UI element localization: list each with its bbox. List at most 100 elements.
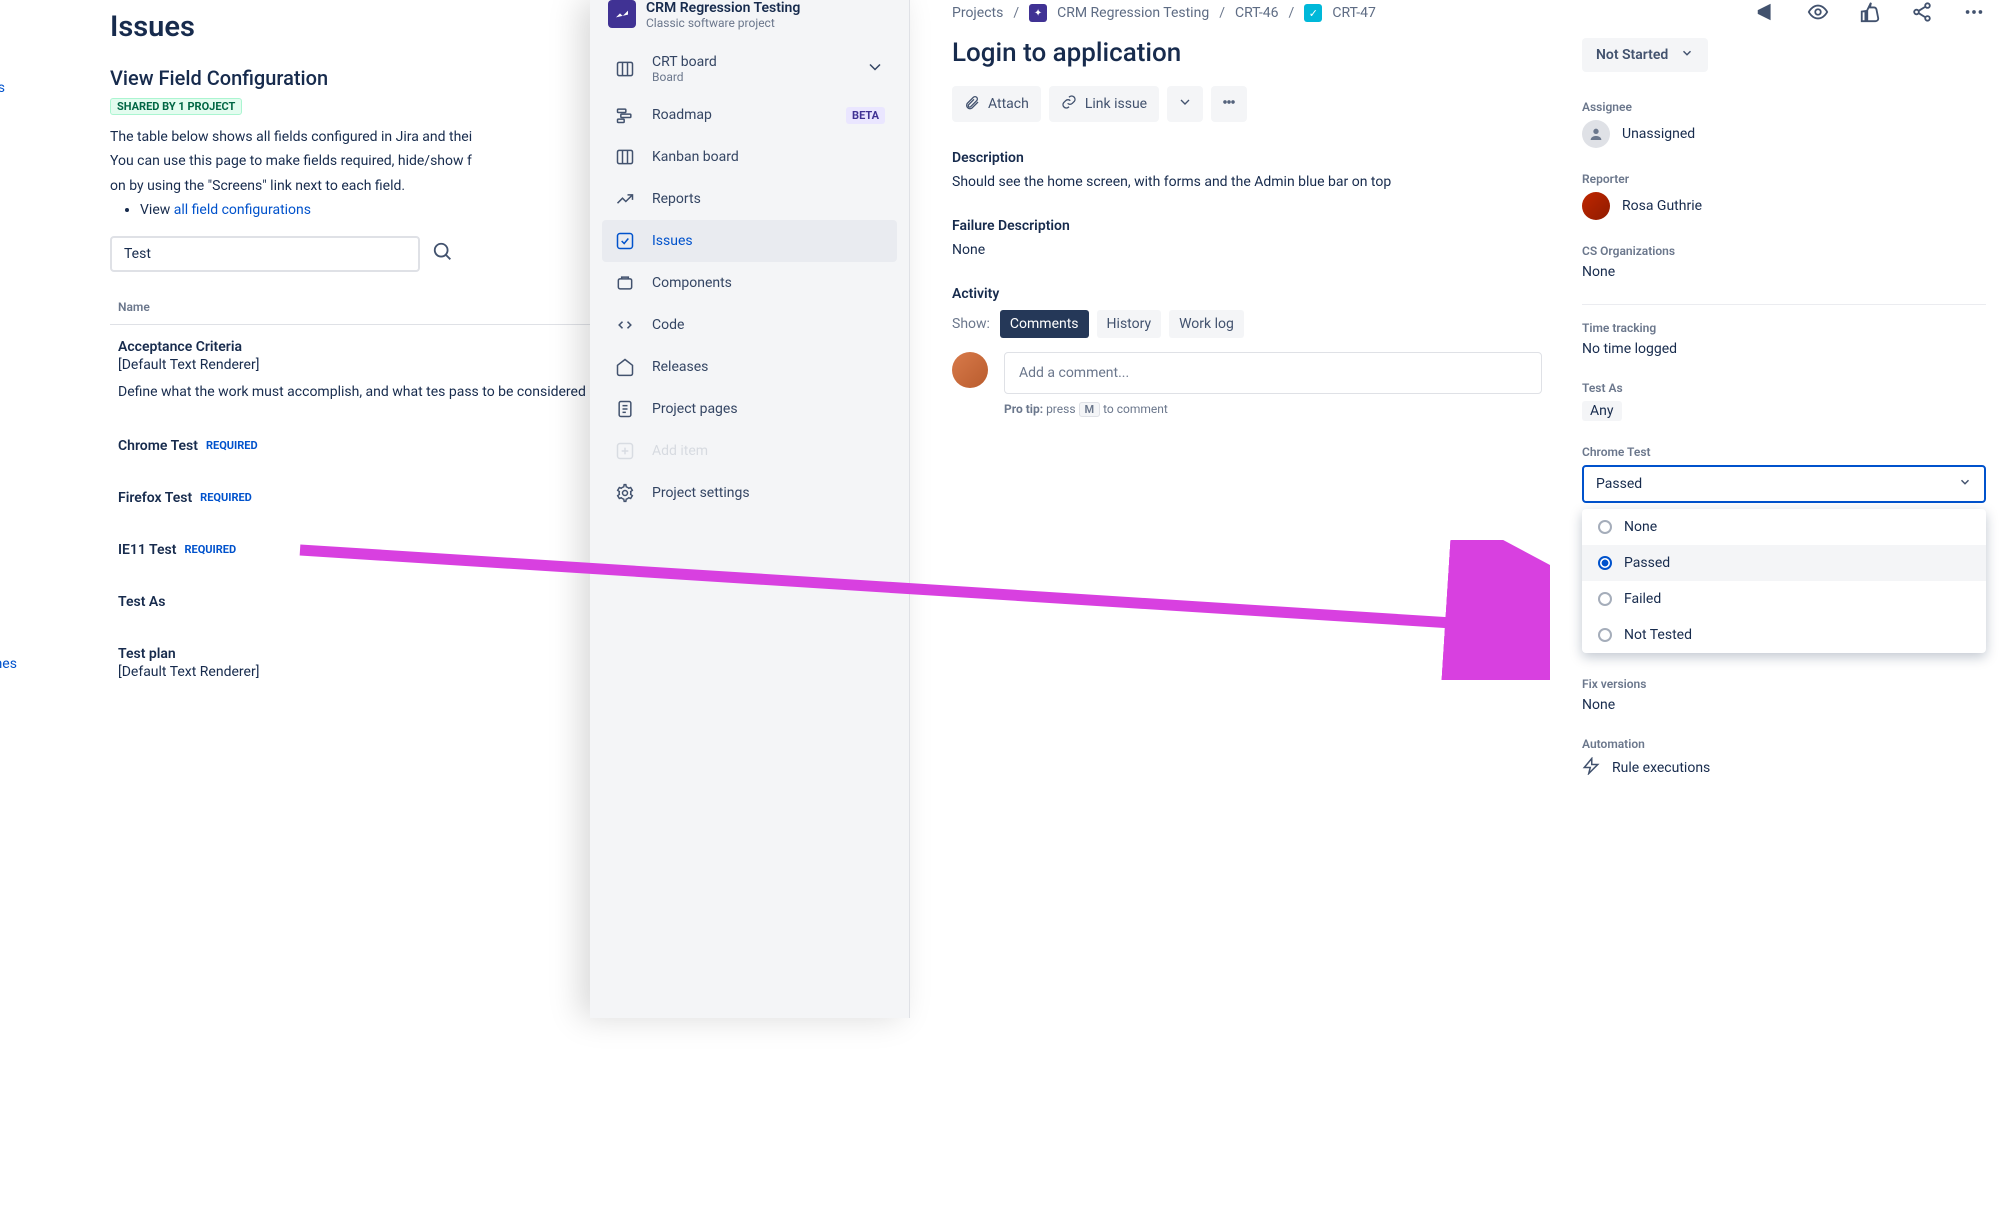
- code-icon: [614, 314, 636, 336]
- reporter-label: Reporter: [1582, 172, 1986, 186]
- chrome-test-label: Chrome Test: [1582, 445, 1986, 459]
- time-tracking-value[interactable]: No time logged: [1582, 341, 1986, 357]
- sidebar-item-label: Reports: [652, 191, 701, 207]
- sidebar-item-project-settings[interactable]: Project settings: [602, 472, 897, 514]
- link-icon: [1061, 94, 1077, 114]
- fix-versions-value[interactable]: None: [1582, 697, 1986, 713]
- cs-org-value[interactable]: None: [1582, 264, 1986, 280]
- tab-comments[interactable]: Comments: [1000, 310, 1089, 338]
- field-name: IE11 Test: [118, 542, 176, 558]
- sidebar-item-crt-board[interactable]: CRT boardBoard: [602, 44, 897, 94]
- sidebar-item-project-pages[interactable]: Project pages: [602, 388, 897, 430]
- sidebar-item-label: Releases: [652, 359, 708, 375]
- activity-label: Activity: [952, 286, 1542, 302]
- field-name: Test plan: [118, 646, 176, 662]
- tab-worklog[interactable]: Work log: [1169, 310, 1244, 338]
- testas-value[interactable]: Any: [1582, 401, 1622, 421]
- required-badge: REQUIRED: [200, 491, 252, 504]
- sidebar-item-reports[interactable]: Reports: [602, 178, 897, 220]
- sidebar-item-issues[interactable]: Issues: [602, 220, 897, 262]
- status-button[interactable]: Not Started: [1582, 38, 1708, 72]
- required-badge: REQUIRED: [206, 439, 258, 452]
- watch-icon[interactable]: [1806, 0, 1830, 24]
- breadcrumb-parent[interactable]: CRT-46: [1235, 5, 1279, 21]
- field-name: Acceptance Criteria: [118, 339, 242, 355]
- comment-input[interactable]: Add a comment...: [1004, 352, 1542, 394]
- chevron-down-icon: [865, 57, 885, 81]
- ellipsis-icon: [1221, 94, 1237, 114]
- sidebar-item-releases[interactable]: Releases: [602, 346, 897, 388]
- shared-badge: SHARED BY 1 PROJECT: [110, 98, 242, 115]
- radio-icon: [1598, 556, 1612, 570]
- user-avatar: [952, 352, 988, 388]
- project-icon: ✦: [1029, 4, 1047, 22]
- field-name: Firefox Test: [118, 490, 192, 506]
- vote-icon[interactable]: [1858, 0, 1882, 24]
- sidebar-item-code[interactable]: Code: [602, 304, 897, 346]
- field-name: Chrome Test: [118, 438, 198, 454]
- feedback-icon[interactable]: [1754, 0, 1778, 24]
- project-sidebar: CRM Regression Testing Classic software …: [590, 0, 910, 1018]
- fix-versions-label: Fix versions: [1582, 677, 1986, 691]
- breadcrumb-key[interactable]: CRT-47: [1332, 5, 1376, 21]
- sidebar-item-label: Add item: [652, 443, 708, 459]
- issue-view: Projects / ✦ CRM Regression Testing / CR…: [940, 0, 2010, 803]
- search-icon[interactable]: [432, 241, 454, 267]
- protip: Pro tip: press M to comment: [1004, 402, 1542, 416]
- sidebar-item-components[interactable]: Components: [602, 262, 897, 304]
- chrome-test-dropdown: NonePassedFailedNot Tested: [1582, 509, 1986, 653]
- dropdown-option-not-tested[interactable]: Not Tested: [1582, 617, 1986, 653]
- sidebar-item-label: Project pages: [652, 401, 738, 417]
- lightning-icon: [1582, 757, 1600, 779]
- share-icon[interactable]: [1910, 0, 1934, 24]
- chevron-down-icon: [1958, 475, 1972, 493]
- radio-icon: [1598, 520, 1612, 534]
- issues-icon: [614, 230, 636, 252]
- sidebar-item-label: Issues: [652, 233, 693, 249]
- attach-button[interactable]: Attach: [952, 86, 1041, 122]
- more-issue-actions[interactable]: [1211, 86, 1247, 122]
- project-header[interactable]: CRM Regression Testing Classic software …: [602, 0, 897, 44]
- time-tracking-label: Time tracking: [1582, 321, 1986, 335]
- tab-history[interactable]: History: [1097, 310, 1162, 338]
- issuetype-icon: ✓: [1304, 4, 1322, 22]
- board-icon: [614, 58, 636, 80]
- field-name: Test As: [118, 594, 165, 610]
- issue-title[interactable]: Login to application: [952, 38, 1542, 68]
- description-text[interactable]: Should see the home screen, with forms a…: [952, 174, 1542, 190]
- dropdown-option-failed[interactable]: Failed: [1582, 581, 1986, 617]
- reporter-avatar: [1582, 192, 1610, 220]
- sidebar-item-roadmap[interactable]: RoadmapBETA: [602, 94, 897, 136]
- dropdown-option-none[interactable]: None: [1582, 509, 1986, 545]
- automation-label: Automation: [1582, 737, 1986, 751]
- dropdown-option-passed[interactable]: Passed: [1582, 545, 1986, 581]
- issue-top-actions: [1754, 0, 1986, 24]
- field-search-input[interactable]: [110, 236, 420, 272]
- more-actions-icon[interactable]: [1962, 0, 1986, 24]
- issue-side-panel: Not Started Assignee Unassigned Reporter: [1582, 38, 1986, 803]
- chevron-down-icon: [1177, 94, 1193, 114]
- add-icon: [614, 440, 636, 462]
- failure-text[interactable]: None: [952, 242, 1542, 258]
- sidebar-item-kanban-board[interactable]: Kanban board: [602, 136, 897, 178]
- sidebar-item-label: CRT board: [652, 54, 717, 70]
- sidebar-item-label: Code: [652, 317, 684, 333]
- kanban-icon: [614, 146, 636, 168]
- reporter-value[interactable]: Rosa Guthrie: [1582, 192, 1986, 220]
- breadcrumb-project[interactable]: CRM Regression Testing: [1057, 5, 1209, 21]
- assignee-value[interactable]: Unassigned: [1582, 120, 1986, 148]
- settings-icon: [614, 482, 636, 504]
- automation-value[interactable]: Rule executions: [1582, 757, 1986, 779]
- chevron-down-icon: [1680, 46, 1694, 64]
- link-issue-button[interactable]: Link issue: [1049, 86, 1159, 122]
- truncated-left: ns mes: [0, 80, 17, 1232]
- sidebar-item-add-item[interactable]: Add item: [602, 430, 897, 472]
- issue-main: Login to application Attach Link issue: [952, 38, 1542, 803]
- testas-label: Test As: [1582, 381, 1986, 395]
- radio-icon: [1598, 592, 1612, 606]
- view-all-configs-link[interactable]: all field configurations: [174, 202, 311, 218]
- chrome-test-select[interactable]: Passed: [1582, 465, 1986, 503]
- link-issue-dropdown[interactable]: [1167, 86, 1203, 122]
- roadmap-icon: [614, 104, 636, 126]
- breadcrumb-projects[interactable]: Projects: [952, 5, 1003, 21]
